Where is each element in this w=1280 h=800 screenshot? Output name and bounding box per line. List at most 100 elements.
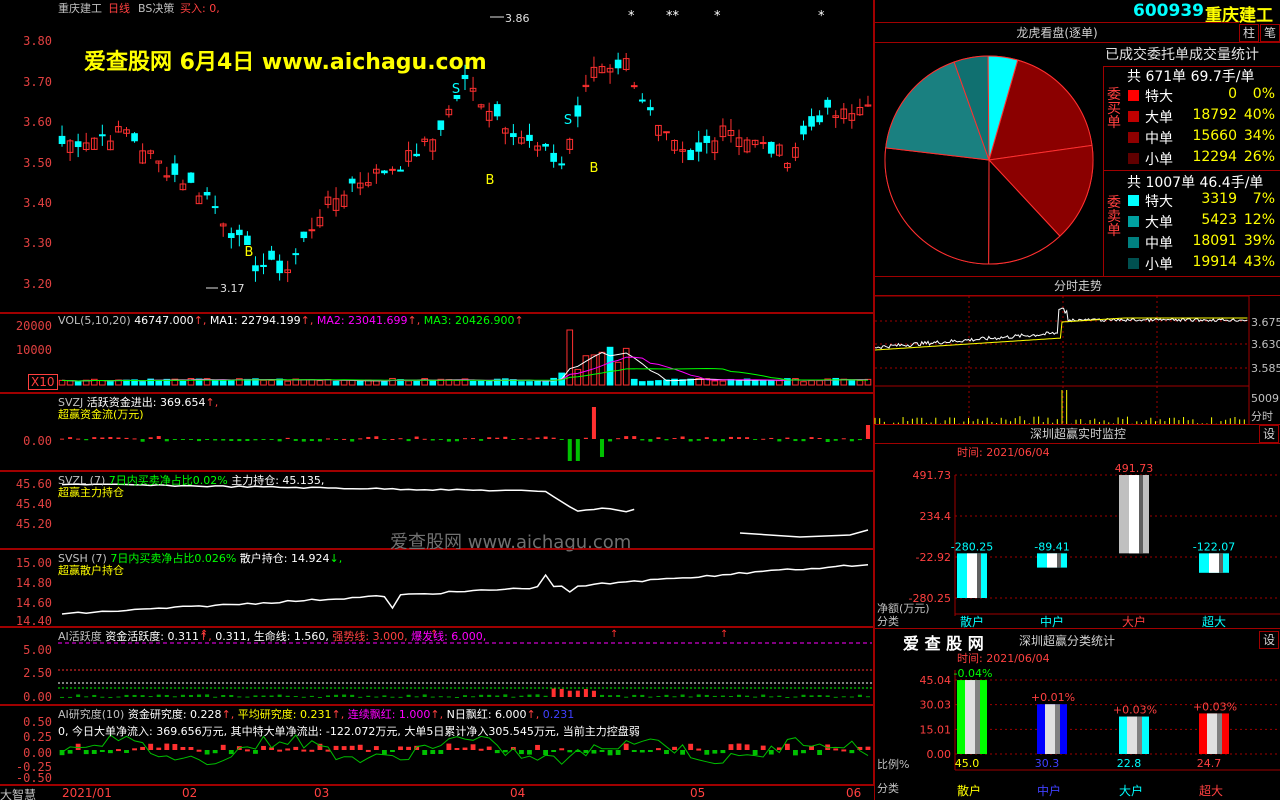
stock-code: 600939 xyxy=(1133,1,1204,21)
stat-header: 爱 查 股 网 深圳超赢分类统计 xyxy=(875,628,1280,653)
bs-signal-0: S xyxy=(452,82,460,97)
candle-body xyxy=(824,99,831,108)
candle-body xyxy=(493,104,501,117)
candle-body xyxy=(703,135,711,143)
candle-body xyxy=(308,229,316,232)
candle-body xyxy=(268,250,275,260)
ai-active-desc2: 0.311, xyxy=(215,630,251,643)
monitor-cat-2: 大户 xyxy=(1122,614,1146,629)
ai-active-desc3: 生命线: 1.560, xyxy=(253,630,329,643)
date-label-0: 2021/01 xyxy=(62,786,112,800)
svzl-ytick-1: 45.40 xyxy=(15,497,52,511)
volume-panel[interactable]: VOL(5,10,20) 46747.000↑, MA1: 22794.199↑… xyxy=(0,313,874,393)
monitor-value-0: -280.25 xyxy=(951,540,993,553)
candle-body xyxy=(236,229,243,236)
buy-row-label-0: 特大 xyxy=(1145,89,1173,105)
stat-bar-2 xyxy=(1119,716,1149,754)
monitor-bar-shade xyxy=(977,553,981,598)
ai-research-panel[interactable]: AI研究度(10) 资金研究度: 0.228↑, 平均研究度: 0.231↑, … xyxy=(0,705,874,785)
monitor-xlabel: 分类 xyxy=(877,615,899,628)
stat-bar-shade xyxy=(1055,704,1060,754)
sell-row-pct-0: 7% xyxy=(1252,191,1275,207)
ai-active-panel[interactable]: AI活跃度 资金活跃度: 0.311↑, 0.311, 生命线: 1.560, … xyxy=(0,627,874,705)
monitor-cat-0: 散户 xyxy=(960,614,984,629)
svzl-desc2: 主力持仓: 45.135 xyxy=(231,474,321,487)
buy-row-swatch-1 xyxy=(1128,111,1139,122)
monitor-ytick-2: -22.92 xyxy=(916,551,951,564)
buy-row-pct-2: 34% xyxy=(1243,128,1275,144)
date-label-2: 03 xyxy=(314,786,330,800)
svsh-panel[interactable]: SVSH (7) 7日内买卖净占比0.026% 散户持仓: 14.924↓, 超… xyxy=(0,549,874,628)
monitor-ytick-1: 234.4 xyxy=(920,510,952,523)
buy-side-label: 委买单 xyxy=(1107,87,1121,131)
ai-active-ytick-1: 2.50 xyxy=(23,666,52,680)
sell-row-swatch-3 xyxy=(1128,258,1139,269)
quote-header: 600939 重庆建工 xyxy=(875,0,1280,26)
stat-bar-highlight xyxy=(965,680,975,754)
monitor-settings-button[interactable]: 设 xyxy=(1259,425,1279,443)
candle-body xyxy=(381,170,388,174)
buy-row-pct-1: 40% xyxy=(1243,107,1275,123)
svzl-ytick-0: 45.60 xyxy=(15,477,52,491)
svzj-ytick: 0.00 xyxy=(23,434,52,448)
stat-bar-highlight xyxy=(1207,713,1217,754)
svzj-panel[interactable]: SVZJ 活跃资金进出: 369.654↑, 超赢资金流(万元) 0.00 xyxy=(0,393,874,471)
candle-body xyxy=(800,125,807,135)
vol-ma3: MA3: 20426.900 xyxy=(423,314,515,327)
intraday-vol-bars xyxy=(874,390,1245,424)
date-axis[interactable]: 大智慧 2021/01 02 03 04 05 06 xyxy=(0,785,874,800)
stat-title: 深圳超赢分类统计 xyxy=(1019,634,1116,648)
stat-bar-shade xyxy=(975,680,980,754)
sell-row-swatch-1 xyxy=(1128,216,1139,227)
vol-label: VOL(5,10,20) 46747.000↑, MA1: 22794.199↑… xyxy=(58,314,524,327)
ai-research-desc2: 平均研究度: 0.231 xyxy=(237,708,332,721)
bar-toggle-button[interactable]: 柱 xyxy=(1239,24,1259,42)
stat-bar-highlight xyxy=(1127,716,1137,754)
stat-change-0: -0.04% xyxy=(954,667,993,680)
ai-research-ytick-0: 0.50 xyxy=(23,715,52,729)
intraday-tick-1: 3.630 xyxy=(1251,338,1280,351)
buy-row-swatch-3 xyxy=(1128,153,1139,164)
sell-row-swatch-0 xyxy=(1128,195,1139,206)
candle-body xyxy=(211,206,219,209)
monitor-bar-shade xyxy=(1139,475,1143,554)
stat-bar-3 xyxy=(1199,713,1229,754)
pen-toggle-button[interactable]: 笔 xyxy=(1260,24,1280,42)
monitor-value-2: 491.73 xyxy=(1115,462,1154,475)
signal-star-2: * xyxy=(714,9,721,24)
signal-star-1: ** xyxy=(666,9,680,24)
candle-body xyxy=(550,152,557,162)
candle-body xyxy=(574,105,582,117)
svzl-panel[interactable]: SVZL (7) 7日内买卖净占比0.02% 主力持仓: 45.135, 超赢主… xyxy=(0,471,874,553)
sell-row-vol-0: 3319 xyxy=(1201,191,1237,207)
buy-row-vol-2: 15660 xyxy=(1192,128,1237,144)
candle-body xyxy=(614,59,622,69)
monitor-title: 深圳超赢实时监控 xyxy=(875,424,1280,444)
intraday-vol: 5009 xyxy=(1251,392,1279,405)
candle-body xyxy=(767,141,775,154)
longhu-title: 龙虎看盘(逐单) xyxy=(875,22,1239,42)
stat-xlabel: 分类 xyxy=(877,782,899,795)
vol-ytick-0: 20000 xyxy=(15,319,52,333)
intraday-tick-2: 3.585 xyxy=(1251,362,1280,375)
candle-body xyxy=(647,107,654,111)
ai-research-info: 0, 今日大单净流入: 369.656万元, 其中特大单净流出: -122.07… xyxy=(58,725,640,738)
candle-body xyxy=(348,178,356,184)
stat-value-1: 30.3 xyxy=(1035,757,1060,770)
monitor-bar-shade xyxy=(1219,553,1223,573)
monitor-value-1: -89.41 xyxy=(1034,540,1069,553)
stat-value-2: 22.8 xyxy=(1117,757,1142,770)
ai-active-title: AI活跃度 资金活跃度: 0.311↑, 0.311, 生命线: 1.560, … xyxy=(58,630,487,643)
intraday-unit: 分时 xyxy=(1251,410,1273,423)
candle-body xyxy=(397,169,404,172)
svsh-desc1: 7日内买卖净占比0.026% xyxy=(110,552,237,565)
monitor-bar-0 xyxy=(957,553,987,598)
monitor-value-3: -122.07 xyxy=(1193,540,1235,553)
stat-settings-button[interactable]: 设 xyxy=(1259,631,1279,649)
buy-row-swatch-2 xyxy=(1128,132,1139,143)
monitor-bar-highlight xyxy=(1129,475,1139,554)
candle-body xyxy=(510,133,517,138)
svsh-ytick-0: 15.00 xyxy=(15,556,52,570)
sell-row-label-3: 小单 xyxy=(1145,257,1173,273)
intraday-chart[interactable] xyxy=(874,295,1280,424)
